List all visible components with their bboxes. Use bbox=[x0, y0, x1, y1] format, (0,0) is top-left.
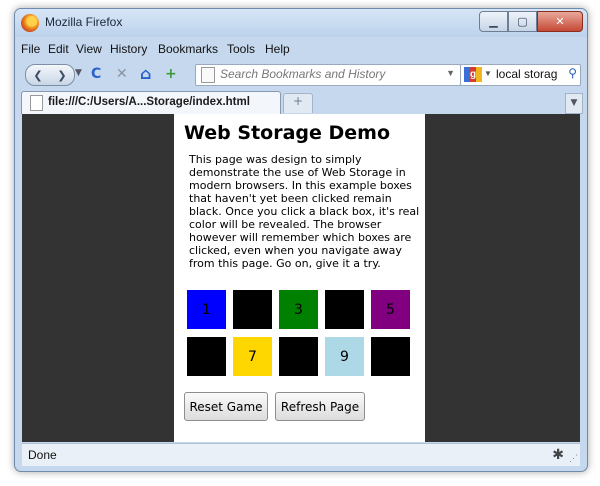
reset-game-button[interactable]: Reset Game bbox=[184, 392, 268, 421]
menu-history[interactable]: History bbox=[110, 42, 147, 56]
firebug-icon[interactable]: ✱ bbox=[552, 446, 564, 463]
history-dropdown-icon[interactable]: ▼ bbox=[75, 68, 82, 78]
close-button[interactable]: ✕ bbox=[537, 11, 583, 32]
game-box[interactable]: 7 bbox=[233, 337, 272, 376]
game-box-label: 9 bbox=[340, 348, 349, 365]
browser-window: Mozilla Firefox ▁ ▢ ✕ File Edit View His… bbox=[14, 8, 588, 472]
game-box[interactable] bbox=[325, 290, 364, 329]
game-box-label: 3 bbox=[294, 301, 303, 318]
game-box[interactable] bbox=[279, 337, 318, 376]
minimize-button[interactable]: ▁ bbox=[479, 11, 508, 32]
menu-file[interactable]: File bbox=[21, 42, 40, 56]
game-box-label bbox=[325, 290, 364, 329]
menu-help[interactable]: Help bbox=[265, 42, 290, 56]
game-box[interactable]: 9 bbox=[325, 337, 364, 376]
tab-label: file:///C:/Users/A...Storage/index.html bbox=[48, 96, 250, 108]
window-title: Mozilla Firefox bbox=[45, 15, 123, 29]
game-box-label bbox=[187, 337, 226, 376]
google-icon[interactable]: g bbox=[464, 67, 482, 82]
menu-bar: File Edit View History Bookmarks Tools H… bbox=[15, 42, 587, 60]
game-box[interactable]: 5 bbox=[371, 290, 410, 329]
tab-index[interactable]: file:///C:/Users/A...Storage/index.html bbox=[21, 91, 281, 114]
page-body: Web Storage Demo This page was design to… bbox=[174, 114, 425, 442]
search-icon[interactable]: ⚲ bbox=[568, 66, 577, 80]
game-box-label: 1 bbox=[202, 301, 211, 318]
search-bar[interactable]: g ▼ local storag ⚲ bbox=[460, 64, 581, 86]
game-box[interactable] bbox=[233, 290, 272, 329]
url-placeholder: Search Bookmarks and History bbox=[220, 67, 386, 81]
navigation-toolbar: ❮ ❯ ▼ C ✕ ⌂ + Search Bookmarks and Histo… bbox=[15, 60, 587, 88]
game-box-label: 7 bbox=[248, 348, 257, 365]
tab-strip: file:///C:/Users/A...Storage/index.html … bbox=[15, 89, 587, 114]
search-engine-dropdown-icon[interactable]: ▼ bbox=[484, 69, 492, 78]
page-title: Web Storage Demo bbox=[184, 122, 391, 144]
refresh-page-button[interactable]: Refresh Page bbox=[275, 392, 365, 421]
game-box-label bbox=[371, 337, 410, 376]
menu-tools[interactable]: Tools bbox=[227, 42, 255, 56]
status-text: Done bbox=[28, 448, 57, 462]
list-tabs-icon[interactable]: ▼ bbox=[565, 93, 583, 114]
back-button[interactable]: ❮ bbox=[26, 69, 50, 82]
game-box[interactable]: 1 bbox=[187, 290, 226, 329]
game-box-label bbox=[279, 337, 318, 376]
page-description: This page was design to simply demonstra… bbox=[189, 153, 420, 270]
game-box-label: 5 bbox=[386, 301, 395, 318]
back-forward-group: ❮ ❯ bbox=[25, 64, 75, 86]
bookmark-add-icon[interactable]: + bbox=[165, 66, 177, 82]
resize-grip-icon[interactable]: ⋰ bbox=[569, 453, 578, 464]
game-box[interactable] bbox=[187, 337, 226, 376]
firefox-logo-icon bbox=[21, 14, 39, 32]
window-controls: ▁ ▢ ✕ bbox=[479, 11, 583, 32]
maximize-button[interactable]: ▢ bbox=[508, 11, 537, 32]
menu-view[interactable]: View bbox=[76, 42, 102, 56]
forward-button[interactable]: ❯ bbox=[50, 69, 74, 82]
url-bar[interactable]: Search Bookmarks and History ▼ bbox=[195, 64, 461, 86]
menu-bookmarks[interactable]: Bookmarks bbox=[158, 42, 218, 56]
home-icon[interactable]: ⌂ bbox=[140, 66, 151, 82]
game-box[interactable] bbox=[371, 337, 410, 376]
status-bar: Done ✱ ⋰ bbox=[22, 443, 580, 466]
search-input[interactable]: local storag bbox=[496, 67, 557, 81]
page-icon bbox=[30, 95, 43, 111]
game-box[interactable]: 3 bbox=[279, 290, 318, 329]
stop-icon[interactable]: ✕ bbox=[116, 66, 128, 82]
url-dropdown-icon[interactable]: ▼ bbox=[446, 68, 455, 78]
title-bar[interactable]: Mozilla Firefox ▁ ▢ ✕ bbox=[15, 9, 587, 37]
reload-icon[interactable]: C bbox=[91, 66, 101, 82]
game-box-label bbox=[233, 290, 272, 329]
new-tab-button[interactable]: + bbox=[283, 93, 313, 113]
page-icon bbox=[201, 67, 215, 83]
menu-edit[interactable]: Edit bbox=[48, 42, 69, 56]
page-viewport: Web Storage Demo This page was design to… bbox=[22, 114, 580, 442]
